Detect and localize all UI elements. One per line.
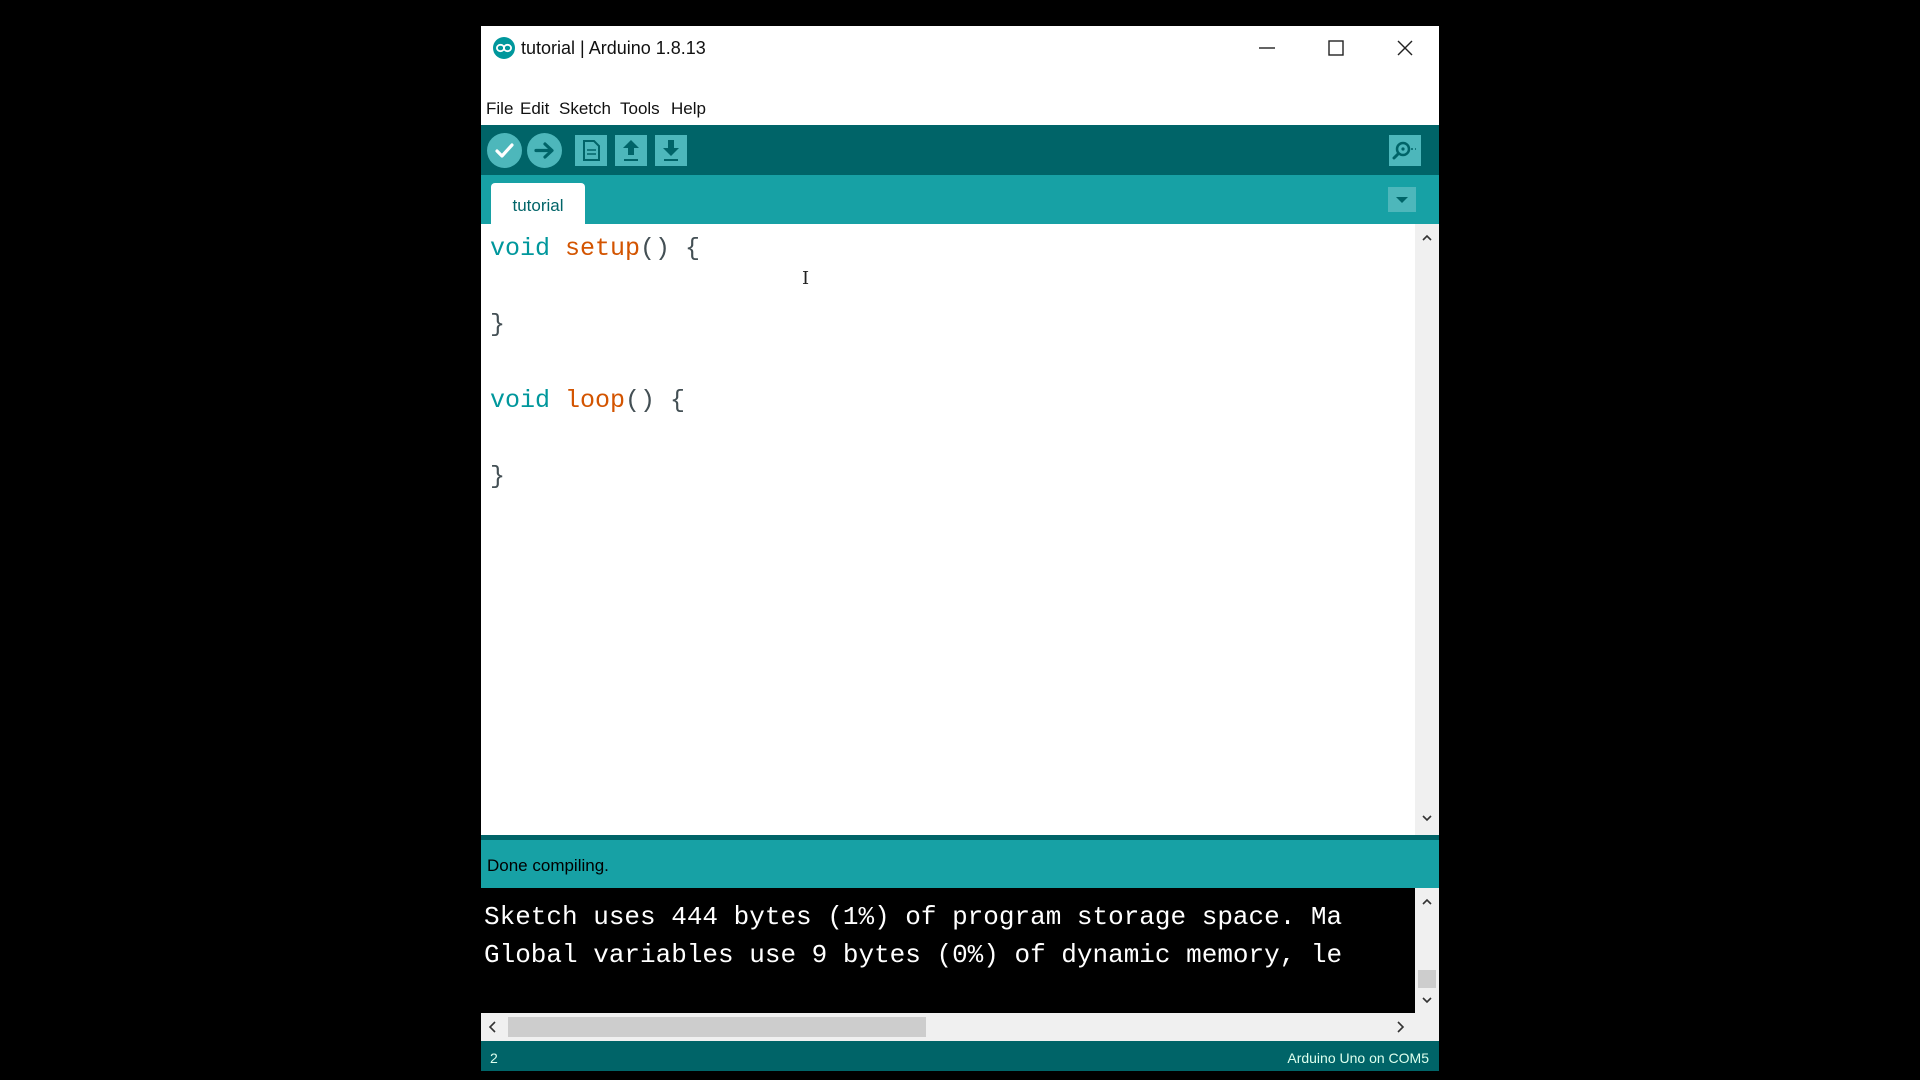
- console-line: Global variables use 9 bytes (0%) of dyn…: [484, 940, 1343, 970]
- menu-file[interactable]: File: [486, 99, 513, 119]
- console-vertical-scrollbar[interactable]: [1415, 888, 1439, 1013]
- console-horizontal-scrollbar[interactable]: [481, 1013, 1415, 1041]
- serial-monitor-button[interactable]: [1389, 135, 1421, 166]
- menu-bar: File Edit Sketch Tools Help: [481, 70, 1439, 125]
- new-sketch-button[interactable]: [575, 135, 607, 166]
- code-editor[interactable]: void setup() { } void loop() { } I: [481, 224, 1415, 835]
- board-port-label: Arduino Uno on COM5: [1287, 1050, 1429, 1066]
- serial-monitor-icon: [1392, 141, 1416, 160]
- menu-help[interactable]: Help: [671, 99, 706, 119]
- chevron-down-icon: [1396, 197, 1408, 203]
- code-line: }: [490, 310, 506, 339]
- console-output[interactable]: Sketch uses 444 bytes (1%) of program st…: [481, 888, 1415, 1013]
- menu-sketch[interactable]: Sketch: [559, 99, 611, 119]
- chevron-up-icon[interactable]: [1421, 896, 1433, 908]
- arduino-logo-icon: [493, 37, 515, 59]
- code-keyword: void: [490, 234, 551, 263]
- upload-button[interactable]: [527, 133, 562, 168]
- maximize-button[interactable]: [1302, 26, 1370, 70]
- open-sketch-button[interactable]: [615, 135, 647, 166]
- code-text: () {: [640, 234, 701, 263]
- code-line: void loop() {: [490, 386, 685, 415]
- chevron-left-icon[interactable]: [487, 1020, 499, 1034]
- menu-tools[interactable]: Tools: [620, 99, 660, 119]
- tab-label: tutorial: [512, 196, 564, 215]
- scrollbar-corner: [1415, 1013, 1439, 1041]
- chevron-right-icon[interactable]: [1394, 1020, 1406, 1034]
- minimize-icon: [1259, 47, 1275, 49]
- line-number: 2: [490, 1050, 498, 1066]
- menu-edit[interactable]: Edit: [520, 99, 549, 119]
- tab-bar: tutorial: [481, 175, 1439, 224]
- tab-tutorial[interactable]: tutorial: [491, 183, 585, 224]
- title-bar: tutorial | Arduino 1.8.13: [481, 26, 1439, 70]
- chevron-up-icon[interactable]: [1421, 232, 1433, 244]
- save-icon: [663, 140, 679, 161]
- arduino-ide-window: tutorial | Arduino 1.8.13 File Edit Sket…: [481, 26, 1439, 1071]
- chevron-down-icon[interactable]: [1421, 994, 1433, 1006]
- verify-icon: [495, 143, 514, 158]
- toolbar: [481, 125, 1439, 175]
- maximize-icon: [1328, 40, 1344, 56]
- close-icon: [1397, 40, 1413, 56]
- status-bar: Done compiling.: [481, 840, 1439, 888]
- code-line: }: [490, 462, 506, 491]
- open-icon: [623, 140, 639, 161]
- tab-menu-button[interactable]: [1388, 187, 1416, 212]
- scrollbar-thumb[interactable]: [508, 1017, 926, 1037]
- code-function: loop: [565, 386, 626, 415]
- close-button[interactable]: [1371, 26, 1439, 70]
- window-title: tutorial | Arduino 1.8.13: [521, 38, 706, 58]
- upload-icon: [534, 142, 554, 159]
- footer-bar: 2 Arduino Uno on COM5: [481, 1041, 1439, 1071]
- minimize-button[interactable]: [1233, 26, 1301, 70]
- verify-button[interactable]: [487, 133, 522, 168]
- text-cursor-icon: I: [802, 268, 810, 289]
- scrollbar-thumb[interactable]: [1418, 970, 1436, 988]
- new-icon: [583, 140, 600, 161]
- editor-vertical-scrollbar[interactable]: [1415, 224, 1439, 835]
- chevron-down-icon[interactable]: [1421, 812, 1433, 824]
- code-function: setup: [565, 234, 641, 263]
- console-line: Sketch uses 444 bytes (1%) of program st…: [484, 902, 1343, 932]
- code-text: () {: [625, 386, 686, 415]
- code-keyword: void: [490, 386, 551, 415]
- save-sketch-button[interactable]: [655, 135, 687, 166]
- code-line: void setup() {: [490, 234, 700, 263]
- status-message: Done compiling.: [487, 856, 609, 875]
